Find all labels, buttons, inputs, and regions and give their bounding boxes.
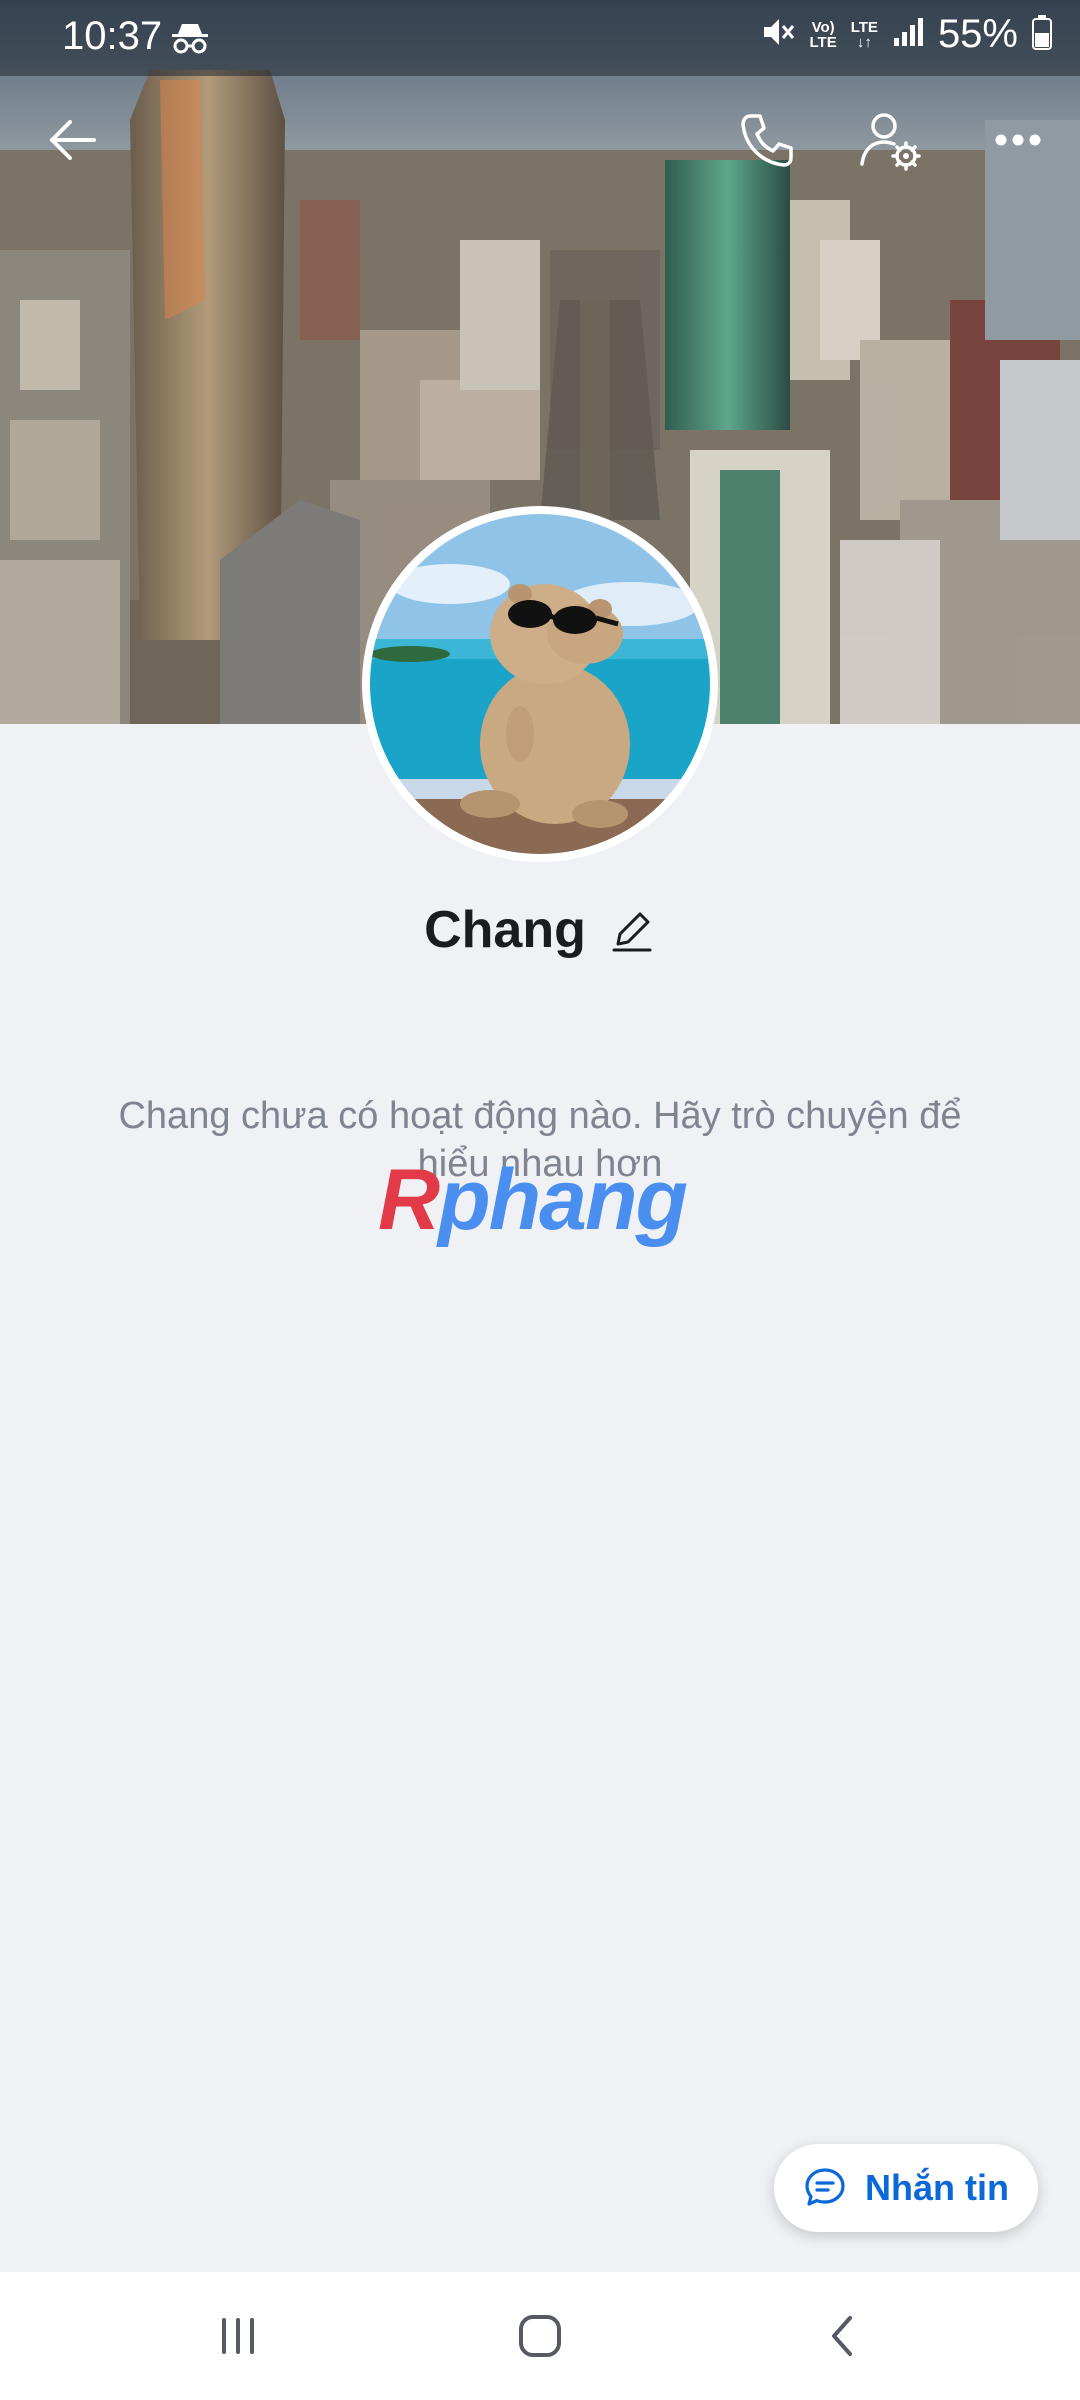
profile-settings-icon — [860, 113, 921, 171]
status-bar: 10:37 Vo) LTE LTE ↓↑ 55% — [0, 0, 1080, 76]
more-icon — [995, 134, 1041, 146]
battery-icon — [1032, 14, 1052, 55]
avatar[interactable] — [362, 506, 718, 862]
lte-top-label: LTE — [850, 18, 878, 36]
volte-top-label: Vo) — [811, 18, 835, 36]
signal-icon — [892, 16, 924, 53]
home-button[interactable] — [480, 2292, 600, 2380]
recent-apps-icon — [222, 2318, 254, 2354]
system-nav-bar — [0, 2272, 1080, 2400]
more-options-button[interactable] — [976, 98, 1060, 182]
volte-icon: Vo) LTE — [810, 20, 837, 50]
watermark-logo: Rphang — [378, 1150, 688, 1250]
recent-apps-button[interactable] — [178, 2292, 298, 2380]
profile-name: Chang — [424, 901, 586, 959]
call-button[interactable] — [724, 98, 808, 182]
send-message-label: Nhắn tin — [865, 2167, 1009, 2208]
lte-icon: LTE ↓↑ — [851, 20, 878, 50]
incognito-icon — [170, 20, 210, 61]
chat-bubble-icon — [805, 2168, 845, 2206]
phone-icon — [741, 114, 793, 167]
lte-bottom-label: ↓↑ — [856, 33, 872, 51]
watermark-part2: phang — [438, 1152, 688, 1248]
edit-name-button[interactable] — [608, 906, 656, 954]
pencil-icon — [612, 912, 652, 952]
avatar-image — [370, 514, 710, 854]
back-arrow-icon — [50, 120, 96, 160]
profile-settings-button[interactable] — [848, 98, 932, 182]
send-message-button[interactable]: Nhắn tin — [774, 2144, 1038, 2232]
status-time: 10:37 — [62, 14, 163, 58]
home-icon — [519, 2315, 561, 2357]
back-button[interactable] — [30, 98, 114, 182]
watermark-part1: R — [378, 1152, 440, 1248]
back-icon — [832, 2316, 852, 2356]
empty-activity-line1: Chang chưa có hoạt động nào. Hãy trò chu… — [118, 1095, 962, 1137]
system-back-button[interactable] — [782, 2292, 902, 2380]
profile-name-row: Chang — [0, 900, 1080, 960]
battery-percent: 55% — [937, 12, 1018, 56]
volte-bottom-label: LTE — [809, 33, 837, 51]
mute-icon — [760, 14, 796, 55]
